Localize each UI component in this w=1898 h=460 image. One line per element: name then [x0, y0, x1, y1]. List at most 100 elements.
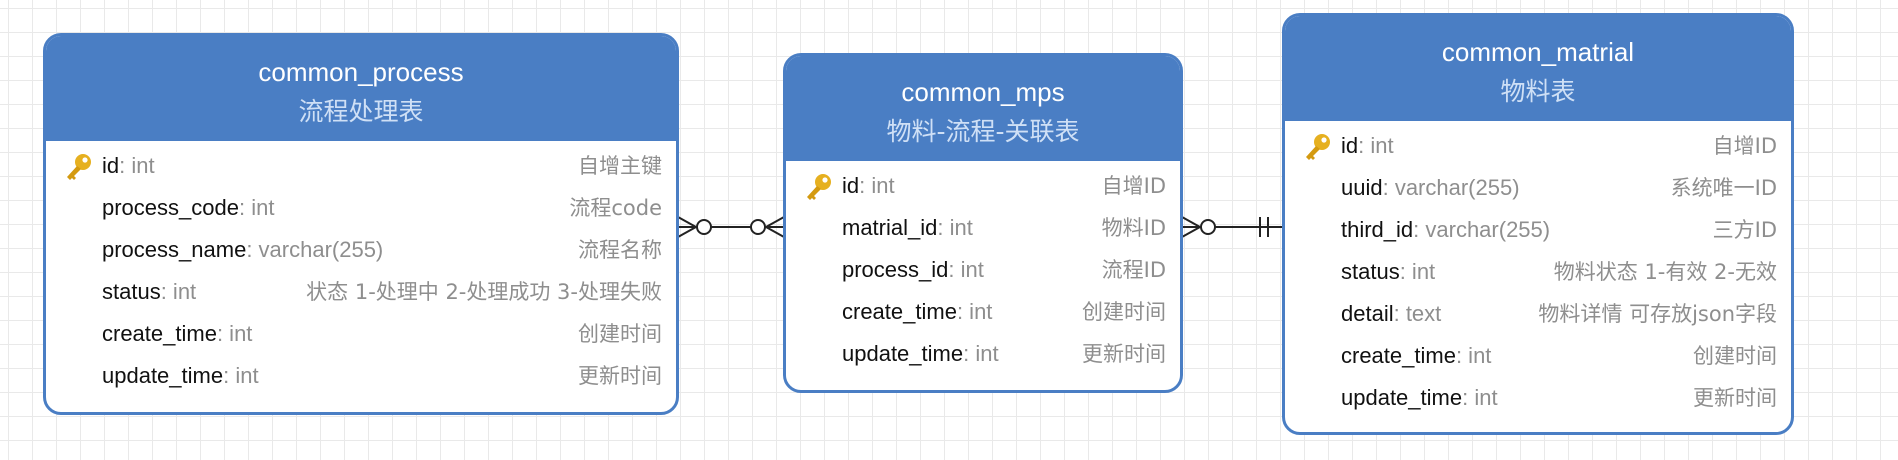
field-type: : int: [937, 215, 973, 240]
field-definition: update_time: int: [102, 355, 259, 397]
field-comment: 创建时间: [578, 322, 662, 346]
field-type: : varchar(255): [1413, 217, 1551, 242]
field-type: : int: [223, 363, 259, 388]
field-row-matrial-id[interactable]: matrial_id: int 物料ID: [786, 207, 1180, 249]
table-header[interactable]: common_process 流程处理表: [46, 36, 676, 141]
field-name: detail: [1341, 301, 1394, 326]
field-comment: 物料状态 1-有效 2-无效: [1553, 260, 1777, 284]
field-type: : int: [963, 341, 999, 366]
field-row-process-id[interactable]: process_id: int 流程ID: [786, 249, 1180, 291]
field-comment: 更新时间: [1693, 386, 1777, 410]
field-definition: create_time: int: [842, 291, 992, 333]
field-comment: 物料ID: [1101, 216, 1166, 240]
field-definition: update_time: int: [1341, 377, 1498, 419]
primary-key-icon: [804, 172, 834, 202]
table-common-mps[interactable]: common_mps 物料-流程-关联表 id: int 自增ID matrial_…: [783, 53, 1183, 393]
field-row-status[interactable]: status: int 状态 1-处理中 2-处理成功 3-处理失败: [46, 271, 676, 313]
field-definition: matrial_id: int: [842, 207, 973, 249]
table-comment: 物料表: [1500, 77, 1576, 106]
field-name: process_name: [102, 237, 247, 262]
field-row-detail[interactable]: detail: text 物料详情 可存放json字段: [1285, 293, 1791, 335]
field-row-create-time[interactable]: create_time: int 创建时间: [1285, 335, 1791, 377]
field-list: id: int 自增ID uuid: varchar(255) 系统唯一ID third…: [1285, 121, 1791, 419]
field-comment: 流程ID: [1101, 258, 1166, 282]
field-definition: id: int: [1341, 125, 1394, 167]
primary-key-icon: [64, 152, 94, 182]
field-row-uuid[interactable]: uuid: varchar(255) 系统唯一ID: [1285, 167, 1791, 209]
field-name: create_time: [1341, 343, 1456, 368]
field-list: id: int 自增主键 process_code: int 流程code proces…: [46, 141, 676, 397]
field-definition: id: int: [842, 165, 895, 207]
field-row-update-time[interactable]: update_time: int 更新时间: [1285, 377, 1791, 419]
field-definition: status: int: [102, 271, 196, 313]
field-name: status: [102, 279, 161, 304]
field-comment: 物料详情 可存放json字段: [1538, 302, 1777, 326]
field-comment: 自增ID: [1712, 134, 1777, 158]
field-comment: 创建时间: [1082, 300, 1166, 324]
field-list: id: int 自增ID matrial_id: int 物料ID process_id…: [786, 161, 1180, 375]
field-comment: 更新时间: [1082, 342, 1166, 366]
field-comment: 状态 1-处理中 2-处理成功 3-处理失败: [306, 280, 662, 304]
field-name: update_time: [1341, 385, 1463, 410]
field-row-update-time[interactable]: update_time: int 更新时间: [786, 333, 1180, 375]
field-type: : int: [238, 195, 275, 220]
field-definition: uuid: varchar(255): [1341, 167, 1520, 209]
relation-process-mps: [677, 216, 785, 238]
table-header[interactable]: common_mps 物料-流程-关联表: [786, 56, 1180, 161]
field-comment: 流程code: [569, 196, 662, 220]
primary-key-icon: [1303, 132, 1333, 162]
field-row-update-time[interactable]: update_time: int 更新时间: [46, 355, 676, 397]
field-definition: create_time: int: [1341, 335, 1491, 377]
table-header[interactable]: common_matrial 物料表: [1285, 16, 1791, 121]
table-name: common_matrial: [1441, 37, 1635, 67]
field-row-third-id[interactable]: third_id: varchar(255) 三方ID: [1285, 209, 1791, 251]
field-type: : varchar(255): [246, 237, 384, 262]
field-name: update_time: [102, 363, 224, 388]
field-type: : int: [956, 299, 993, 324]
field-row-status[interactable]: status: int 物料状态 1-有效 2-无效: [1285, 251, 1791, 293]
field-comment: 系统唯一ID: [1670, 176, 1777, 200]
field-comment: 流程名称: [578, 238, 662, 262]
field-row-id[interactable]: id: int 自增ID: [1285, 125, 1791, 167]
field-row-process-code[interactable]: process_code: int 流程code: [46, 187, 676, 229]
field-definition: process_name: varchar(255): [102, 229, 383, 271]
field-type: : int: [160, 279, 197, 304]
field-definition: status: int: [1341, 251, 1435, 293]
table-name: common_process: [258, 57, 464, 87]
field-definition: process_id: int: [842, 249, 984, 291]
field-definition: process_code: int: [102, 187, 274, 229]
field-comment: 创建时间: [1693, 344, 1777, 368]
field-name: id: [1341, 133, 1359, 158]
field-type: : text: [1393, 301, 1442, 326]
field-name: id: [842, 173, 860, 198]
field-comment: 自增ID: [1101, 174, 1166, 198]
field-definition: create_time: int: [102, 313, 252, 355]
field-row-create-time[interactable]: create_time: int 创建时间: [786, 291, 1180, 333]
field-comment: 自增主键: [578, 154, 662, 178]
field-definition: id: int: [102, 145, 155, 187]
field-type: : int: [1399, 259, 1436, 284]
field-row-id[interactable]: id: int 自增主键: [46, 145, 676, 187]
field-name: matrial_id: [842, 215, 938, 240]
relation-mps-matrial: [1181, 216, 1282, 238]
field-name: id: [102, 153, 120, 178]
field-definition: third_id: varchar(255): [1341, 209, 1550, 251]
field-row-create-time[interactable]: create_time: int 创建时间: [46, 313, 676, 355]
field-name: third_id: [1341, 217, 1414, 242]
field-type: : int: [216, 321, 253, 346]
field-definition: update_time: int: [842, 333, 999, 375]
field-row-id[interactable]: id: int 自增ID: [786, 165, 1180, 207]
field-name: process_code: [102, 195, 239, 220]
field-name: process_id: [842, 257, 949, 282]
field-type: : int: [1358, 133, 1394, 158]
table-common-process[interactable]: common_process 流程处理表 id: int 自增主键 process_…: [43, 33, 679, 415]
field-row-process-name[interactable]: process_name: varchar(255) 流程名称: [46, 229, 676, 271]
field-type: : varchar(255): [1382, 175, 1520, 200]
field-name: status: [1341, 259, 1400, 284]
field-name: create_time: [102, 321, 217, 346]
table-common-matrial[interactable]: common_matrial 物料表 id: int 自增ID uuid: varc…: [1282, 13, 1794, 435]
field-name: create_time: [842, 299, 957, 324]
field-name: update_time: [842, 341, 964, 366]
table-comment: 流程处理表: [298, 97, 424, 126]
field-name: uuid: [1341, 175, 1383, 200]
